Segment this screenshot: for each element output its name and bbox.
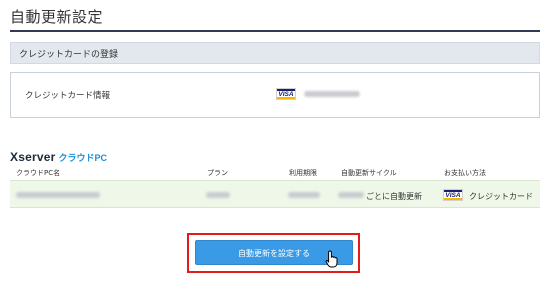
column-header-plan: プラン [207,169,228,177]
plan-redacted [206,192,230,198]
section-title: クレジットカードの登録 [19,50,119,60]
card-number-redacted [304,91,360,97]
xserver-cloudpc-logo: Xserver クラウドPC [10,148,107,166]
cycle-redacted [338,192,364,198]
title-divider [10,30,540,32]
visa-card-icon: VISA [443,189,463,201]
page-title: 自動更新設定 [10,8,104,26]
pc-name-redacted [16,192,100,198]
column-header-expiry: 利用期限 [289,169,317,177]
credit-card-panel: クレジットカード情報 VISA [10,72,540,118]
column-header-payment: お支払い方法 [444,169,486,177]
payment-method-text: クレジットカード [469,192,533,201]
column-header-name: クラウドPC名 [16,169,61,177]
hand-cursor-icon [325,250,338,268]
xserver-brand: Xserver [10,150,56,164]
expiry-redacted [288,192,320,198]
column-header-renewal-cycle: 自動更新サイクル [341,169,397,177]
credit-card-info-label: クレジットカード情報 [25,91,111,101]
section-header: クレジットカードの登録 [10,42,540,64]
renewal-cycle-text: ごとに自動更新 [366,192,422,201]
visa-card-icon: VISA [276,88,296,100]
table-row: ごとに自動更新 VISA クレジットカード [10,180,540,208]
cloudpc-brand: クラウドPC [58,153,107,163]
